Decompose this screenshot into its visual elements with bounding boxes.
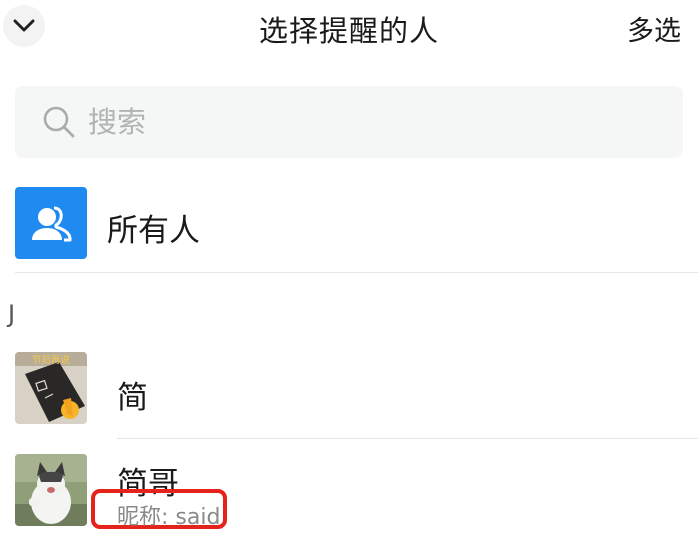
- avatar-caption: 节后再说: [32, 354, 71, 366]
- search-input[interactable]: [88, 105, 648, 139]
- contact-name: 简: [117, 380, 148, 416]
- multi-select-button[interactable]: 多选: [627, 9, 681, 48]
- search-icon: [42, 105, 76, 139]
- divider: [117, 438, 698, 439]
- search-box[interactable]: [15, 86, 683, 158]
- contact-nickname: 昵称: said: [117, 505, 221, 530]
- avatar: [15, 454, 87, 526]
- section-header: J: [8, 300, 16, 328]
- avatar: 节后再说: [15, 352, 87, 424]
- all-members-label: 所有人: [107, 213, 200, 249]
- all-members-item[interactable]: 所有人: [0, 180, 698, 268]
- group-icon: [15, 187, 87, 259]
- contact-item[interactable]: 节后再说 简: [0, 345, 698, 435]
- page-title: 选择提醒的人: [258, 14, 439, 48]
- divider: [15, 272, 698, 273]
